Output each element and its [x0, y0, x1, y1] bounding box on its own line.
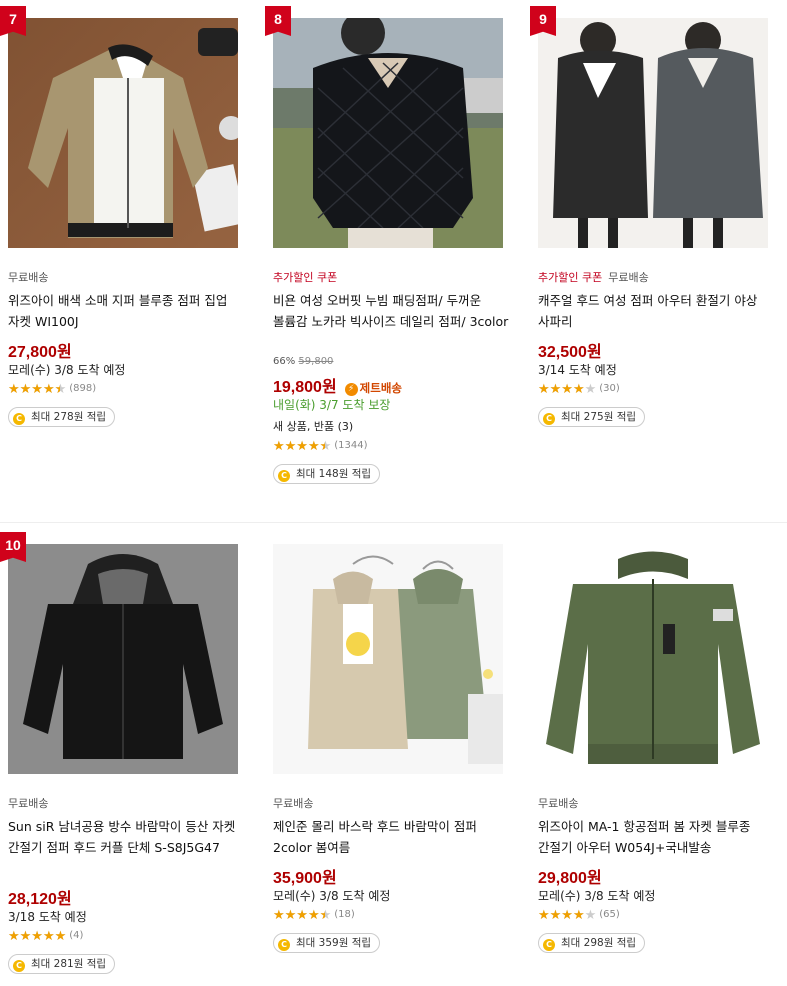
- review-count: (65): [599, 909, 620, 920]
- coupon-badge: 추가할인 쿠폰: [538, 271, 603, 284]
- stars-filled: ★★★★★: [538, 383, 585, 397]
- coupon-badge: 추가할인 쿠폰: [273, 271, 338, 284]
- badge-row: 무료배송: [538, 795, 584, 810]
- price: 35,900원: [273, 870, 337, 887]
- stars-filled: ★★★★★: [8, 930, 67, 944]
- price: 27,800원: [8, 344, 72, 361]
- reward-points-text: 최대 275원 적립: [561, 411, 637, 423]
- product-title[interactable]: 위즈아이 MA-1 항공점퍼 봄 자켓 블루종 간절기 아우터 W054J+국내…: [538, 816, 774, 858]
- rocket-delivery-label: ⚡ 제트배송: [344, 381, 402, 396]
- reward-points: C 최대 281원 적립: [8, 954, 116, 974]
- star-rating-icon: ★★★★★★★★★★: [8, 930, 66, 944]
- rating: ★★★★★★★★★★(30): [538, 383, 620, 397]
- rating: ★★★★★ ★★★★★ (898): [8, 383, 96, 397]
- badge-row: 무료배송: [8, 795, 54, 810]
- coin-icon: C: [13, 960, 25, 972]
- product-title[interactable]: 제인준 몰리 바스락 후드 바람막이 점퍼 2color 봄여름: [273, 816, 509, 858]
- free-shipping-badge: 무료배송: [8, 797, 49, 810]
- rank-badge: 8: [265, 6, 291, 36]
- lightning-icon: ⚡: [344, 383, 358, 396]
- price: 19,800원: [273, 379, 337, 396]
- free-shipping-badge: 무료배송: [273, 797, 314, 810]
- rating: ★★★★★ ★★★★★ (18): [273, 909, 355, 923]
- free-shipping-badge: 무료배송: [538, 797, 579, 810]
- price-row: 32,500원: [538, 338, 602, 362]
- price-row: 29,800원: [538, 864, 602, 888]
- product-title[interactable]: 비욘 여성 오버핏 누빔 패딩점퍼/ 두꺼운 볼륨감 노카라 빅사이즈 데일리 …: [273, 290, 509, 332]
- coin-icon: C: [543, 939, 555, 951]
- delivery-info: 모레(수) 3/8 도착 예정: [8, 363, 126, 377]
- star-rating-icon: ★★★★★★★★★★: [273, 909, 331, 923]
- free-shipping-badge: 무료배송: [608, 271, 649, 284]
- used-item-info[interactable]: 새 상품, 반품 (3): [273, 418, 353, 434]
- product-image[interactable]: [273, 544, 503, 774]
- rating: ★★★★★ ★★★★★ (4): [8, 930, 83, 944]
- delivery-info: 모레(수) 3/8 도착 예정: [538, 889, 656, 903]
- delivery-info: 3/18 도착 예정: [8, 910, 87, 924]
- product-image[interactable]: [8, 544, 238, 774]
- badge-row: 무료배송: [273, 795, 319, 810]
- product-title[interactable]: 캐주얼 후드 여성 점퍼 아우터 환절기 야상 사파리: [538, 290, 774, 332]
- star-rating-icon: ★★★★★★★★★★: [8, 383, 66, 397]
- review-count: (30): [599, 383, 620, 394]
- coin-icon: C: [543, 413, 555, 425]
- product-image[interactable]: [273, 18, 503, 248]
- review-count: (898): [69, 383, 97, 394]
- coin-icon: C: [13, 413, 25, 425]
- reward-points: C 최대 275원 적립: [538, 407, 646, 427]
- coin-icon: C: [278, 939, 290, 951]
- review-count: (4): [69, 930, 84, 941]
- badge-row: 추가할인 쿠폰: [273, 269, 343, 284]
- reward-points-text: 최대 278원 적립: [31, 411, 107, 423]
- reward-points-text: 최대 298원 적립: [561, 937, 637, 949]
- delivery-info: 내일(화) 3/7 도착 보장: [273, 398, 391, 412]
- price-row: 27,800원: [8, 338, 72, 362]
- rank-badge: 7: [0, 6, 26, 36]
- star-rating-icon: ★★★★★★★★★★: [538, 909, 596, 923]
- star-rating-icon: ★★★★★★★★★★: [538, 383, 596, 397]
- rank-badge: 10: [0, 532, 26, 562]
- reward-points-text: 최대 359원 적립: [296, 937, 372, 949]
- discount-rate: 66%: [273, 356, 296, 367]
- badge-row: 무료배송: [8, 269, 54, 284]
- product-image[interactable]: [8, 18, 238, 248]
- product-title[interactable]: Sun siR 남녀공용 방수 바람막이 등산 자켓 간절기 점퍼 후드 커플 …: [8, 816, 244, 858]
- stars-filled: ★★★★★: [8, 383, 61, 397]
- star-rating-icon: ★★★★★★★★★★: [273, 440, 331, 454]
- product-image[interactable]: [538, 544, 768, 774]
- reward-points-text: 최대 281원 적립: [31, 958, 107, 970]
- price-row: 28,120원: [8, 885, 72, 909]
- reward-points: C 최대 278원 적립: [8, 407, 116, 427]
- rocket-delivery-text: 제트배송: [359, 381, 402, 395]
- stars-filled: ★★★★★: [273, 909, 326, 923]
- price-row: 19,800원 ⚡ 제트배송: [273, 373, 402, 397]
- product-title[interactable]: 위즈아이 배색 소매 지퍼 블루종 점퍼 집업 자켓 WI100J: [8, 290, 244, 332]
- rating: ★★★★★ ★★★★★ (1344): [273, 440, 368, 454]
- price: 29,800원: [538, 870, 602, 887]
- reward-points: C 최대 298원 적립: [538, 933, 646, 953]
- delivery-info: 모레(수) 3/8 도착 예정: [273, 889, 391, 903]
- discount-info: 66% 59,800: [273, 356, 333, 367]
- review-count: (18): [334, 909, 355, 920]
- stars-filled: ★★★★★: [538, 909, 585, 923]
- reward-points-text: 최대 148원 적립: [296, 468, 372, 480]
- stars-filled: ★★★★★: [273, 440, 326, 454]
- price: 28,120원: [8, 891, 72, 908]
- row-divider: [0, 522, 787, 523]
- rank-badge: 9: [530, 6, 556, 36]
- review-count: (1344): [334, 440, 368, 451]
- product-image[interactable]: [538, 18, 768, 248]
- reward-points: C 최대 359원 적립: [273, 933, 381, 953]
- original-price: 59,800: [298, 356, 334, 367]
- price-row: 35,900원: [273, 864, 337, 888]
- free-shipping-badge: 무료배송: [8, 271, 49, 284]
- badge-row: 추가할인 쿠폰 무료배송: [538, 269, 655, 284]
- price: 32,500원: [538, 344, 602, 361]
- coin-icon: C: [278, 470, 290, 482]
- delivery-info: 3/14 도착 예정: [538, 363, 617, 377]
- rating: ★★★★★★★★★★(65): [538, 909, 620, 923]
- reward-points: C 최대 148원 적립: [273, 464, 381, 484]
